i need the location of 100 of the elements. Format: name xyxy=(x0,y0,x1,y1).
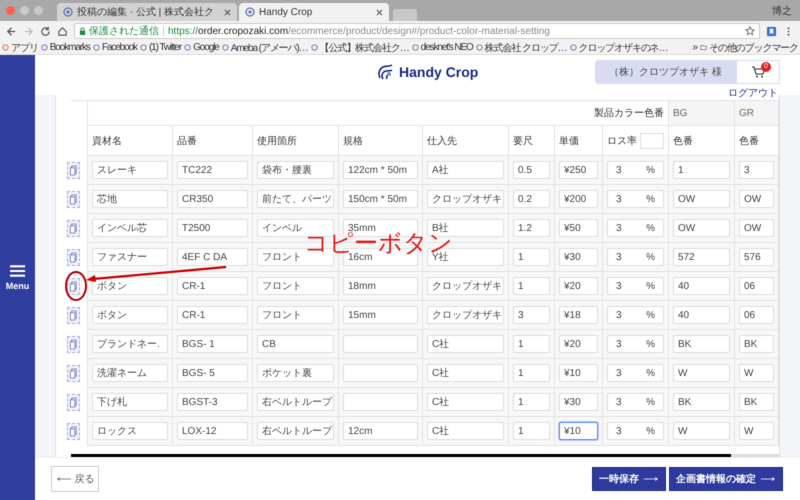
loss-rate-field[interactable]: 3 % xyxy=(607,393,664,411)
copy-button[interactable] xyxy=(67,191,80,208)
spec-field[interactable] xyxy=(343,335,418,353)
color-code-field[interactable]: W xyxy=(739,364,774,382)
copy-button[interactable] xyxy=(67,307,80,324)
address-bar[interactable]: 保護された通信 https://order.cropozaki.com/ecommerce/product/design#/product-color-material-setting xyxy=(74,23,760,40)
back-button[interactable]: 戻る xyxy=(51,466,99,492)
bookmark-folder[interactable]: その他のブックマーク xyxy=(700,40,798,54)
color-code-field[interactable]: BK xyxy=(739,335,774,353)
bookmark-link[interactable]: クロップオザキのネ… xyxy=(570,40,668,54)
loss-rate-field[interactable]: 3 % xyxy=(607,161,664,179)
supplier-field[interactable]: C社 xyxy=(427,364,504,382)
loss-rate-field[interactable]: 3 % xyxy=(607,190,664,208)
bookmark-link[interactable]: (1) Twitter xyxy=(140,42,182,53)
color-code-field[interactable]: OW xyxy=(673,190,730,208)
part-number-field[interactable]: LOX-12 xyxy=(177,422,248,440)
length-field[interactable]: 1 xyxy=(513,422,550,440)
supplier-field[interactable]: クロップオザキ xyxy=(427,306,504,324)
color-code-field[interactable]: W xyxy=(673,422,730,440)
material-name-field[interactable]: 芯地 xyxy=(92,190,168,208)
color-code-field[interactable]: 572 xyxy=(673,248,730,266)
price-field[interactable]: ¥18 xyxy=(559,306,598,324)
spec-field[interactable] xyxy=(343,364,418,382)
bookmark-link[interactable]: アプリ xyxy=(2,40,38,54)
bookmark-link[interactable]: 株式会社 クロップ… xyxy=(476,40,566,54)
copy-button[interactable] xyxy=(67,162,80,179)
spec-field[interactable]: 18mm xyxy=(343,277,418,295)
usage-field[interactable]: 右ベルトループ xyxy=(257,422,334,440)
part-number-field[interactable]: CR-1 xyxy=(177,306,248,324)
bookmark-link[interactable]: Facebook xyxy=(92,42,137,53)
bookmark-link[interactable]: Bookmarks xyxy=(40,42,90,53)
part-number-field[interactable]: 4EF C DA xyxy=(177,248,248,266)
color-code-field[interactable]: BK xyxy=(739,393,774,411)
home-icon[interactable] xyxy=(57,26,68,37)
price-field[interactable]: ¥30 xyxy=(559,393,598,411)
action-button[interactable]: 一時保存 xyxy=(592,467,666,491)
copy-button[interactable] xyxy=(67,394,80,411)
material-name-field[interactable]: インベル芯 xyxy=(92,219,168,237)
logout-link[interactable]: ログアウト xyxy=(728,86,778,100)
color-code-field[interactable]: 576 xyxy=(739,248,774,266)
price-field[interactable]: ¥200 xyxy=(559,190,598,208)
length-field[interactable]: 1 xyxy=(513,393,550,411)
color-code-field[interactable]: BK xyxy=(673,393,730,411)
length-field[interactable]: 1 xyxy=(513,364,550,382)
part-number-field[interactable]: BGST-3 xyxy=(177,393,248,411)
material-name-field[interactable]: ボタン xyxy=(92,277,168,295)
usage-field[interactable]: インベル xyxy=(257,219,334,237)
part-number-field[interactable]: BGS- 5 xyxy=(177,364,248,382)
star-icon[interactable] xyxy=(745,26,755,36)
material-name-field[interactable]: ロックス xyxy=(92,422,168,440)
loss-rate-field[interactable]: 3 % xyxy=(607,277,664,295)
price-field[interactable]: ¥10 xyxy=(559,422,598,440)
loss-rate-field[interactable]: 3 % xyxy=(607,248,664,266)
price-field[interactable]: ¥20 xyxy=(559,277,598,295)
color-code-field[interactable]: 06 xyxy=(739,277,774,295)
price-field[interactable]: ¥250 xyxy=(559,161,598,179)
menu-button[interactable]: Menu xyxy=(6,264,30,291)
profile-name[interactable]: 博之 xyxy=(772,4,792,18)
color-code-field[interactable]: 1 xyxy=(673,161,730,179)
loss-rate-field[interactable]: 3 % xyxy=(607,219,664,237)
length-field[interactable]: 1.2 xyxy=(513,219,550,237)
length-field[interactable]: 0.5 xyxy=(513,161,550,179)
length-field[interactable]: 3 xyxy=(513,306,550,324)
bookmark-link[interactable]: 【公式】株式会社ク… xyxy=(310,40,409,54)
material-name-field[interactable]: ブランドネー. xyxy=(92,335,168,353)
color-code-field[interactable]: OW xyxy=(673,219,730,237)
loss-rate-field[interactable] xyxy=(640,132,664,148)
close-icon[interactable] xyxy=(376,8,383,16)
back-icon[interactable] xyxy=(6,26,17,37)
part-number-field[interactable]: CR-1 xyxy=(177,277,248,295)
part-number-field[interactable]: T2500 xyxy=(177,219,248,237)
part-number-field[interactable]: TC222 xyxy=(177,161,248,179)
bookmark-link[interactable]: Google xyxy=(184,42,219,53)
spec-field[interactable]: 15mm xyxy=(343,306,418,324)
material-name-field[interactable]: ファスナー xyxy=(92,248,168,266)
bookmark-extension-icon[interactable] xyxy=(766,26,777,37)
color-code-field[interactable]: OW xyxy=(739,190,774,208)
copy-button[interactable] xyxy=(67,365,80,382)
part-number-field[interactable]: BGS- 1 xyxy=(177,335,248,353)
color-code-field[interactable]: BK xyxy=(673,335,730,353)
usage-field[interactable]: フロント xyxy=(257,277,334,295)
color-code-field[interactable]: W xyxy=(739,422,774,440)
length-field[interactable]: 1 xyxy=(513,335,550,353)
loss-rate-field[interactable]: 3 % xyxy=(607,306,664,324)
bookmark-link[interactable]: Ameba (アメーバ)… xyxy=(222,40,308,54)
usage-field[interactable]: フロント xyxy=(257,306,334,324)
length-field[interactable]: 1 xyxy=(513,248,550,266)
material-name-field[interactable]: 下げ札 xyxy=(92,393,168,411)
copy-button[interactable] xyxy=(67,336,80,353)
supplier-field[interactable]: クロップオザキ xyxy=(427,277,504,295)
length-field[interactable]: 1 xyxy=(513,277,550,295)
copy-button[interactable] xyxy=(67,220,80,237)
spec-field[interactable]: 12cm xyxy=(343,422,418,440)
color-code-field[interactable]: 40 xyxy=(673,277,730,295)
browser-tab[interactable]: Handy Crop xyxy=(239,3,389,22)
usage-field[interactable]: ポケット裏 xyxy=(257,364,334,382)
browser-tab[interactable]: 投稿の編集 · 公式 | 株式会社ク xyxy=(57,3,237,22)
color-code-field[interactable]: 40 xyxy=(673,306,730,324)
loss-rate-field[interactable]: 3 % xyxy=(607,335,664,353)
color-code-field[interactable]: 06 xyxy=(739,306,774,324)
